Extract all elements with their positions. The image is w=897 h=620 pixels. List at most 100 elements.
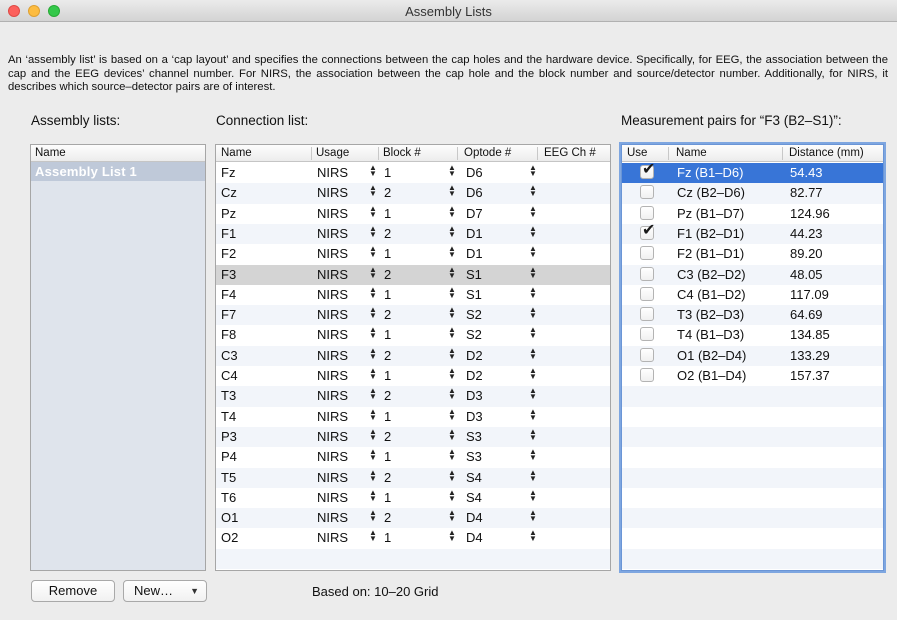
- updown-arrows-icon[interactable]: ▲ ▼: [529, 245, 537, 259]
- table-row[interactable]: T4 (B1–D3) 134.85: [622, 325, 883, 345]
- new-popup-button[interactable]: New… ▼: [123, 580, 207, 602]
- updown-arrows-icon[interactable]: ▲ ▼: [448, 509, 456, 523]
- optode-value[interactable]: D4: [466, 530, 483, 545]
- block-value[interactable]: 1: [384, 165, 391, 180]
- column-divider[interactable]: [782, 147, 783, 160]
- block-value[interactable]: 1: [384, 246, 391, 261]
- optode-value[interactable]: D3: [466, 409, 483, 424]
- optode-value[interactable]: S4: [466, 470, 482, 485]
- block-value[interactable]: 2: [384, 470, 391, 485]
- updown-arrows-icon[interactable]: ▲ ▼: [529, 387, 537, 401]
- optode-value[interactable]: D2: [466, 368, 483, 383]
- table-row[interactable]: O1 NIRS ▲ ▼ 2 ▲ ▼ D4 ▲ ▼: [216, 508, 610, 529]
- updown-arrows-icon[interactable]: ▲ ▼: [369, 326, 377, 340]
- updown-arrows-icon[interactable]: ▲ ▼: [529, 509, 537, 523]
- usage-value[interactable]: NIRS: [317, 287, 348, 302]
- table-row[interactable]: P3 NIRS ▲ ▼ 2 ▲ ▼ S3 ▲ ▼: [216, 426, 610, 448]
- column-divider[interactable]: [457, 147, 458, 160]
- optode-value[interactable]: S2: [466, 307, 482, 322]
- updown-arrows-icon[interactable]: ▲ ▼: [448, 265, 456, 279]
- block-value[interactable]: 2: [384, 185, 391, 200]
- optode-value[interactable]: D4: [466, 510, 483, 525]
- table-row[interactable]: Cz (B2–D6) 82.77: [622, 183, 883, 204]
- table-row[interactable]: O2 NIRS ▲ ▼ 1 ▲ ▼ D4 ▲ ▼: [216, 528, 610, 548]
- updown-arrows-icon[interactable]: ▲ ▼: [448, 367, 456, 381]
- use-checkbox[interactable]: ✔: [640, 161, 655, 179]
- block-value[interactable]: 1: [384, 449, 391, 464]
- usage-value[interactable]: NIRS: [317, 307, 348, 322]
- table-row[interactable]: T3 (B2–D3) 64.69: [622, 305, 883, 326]
- updown-arrows-icon[interactable]: ▲ ▼: [369, 387, 377, 401]
- usage-value[interactable]: NIRS: [317, 348, 348, 363]
- updown-arrows-icon[interactable]: ▲ ▼: [369, 346, 377, 360]
- connection-list-table[interactable]: Name Usage Block # Optode # EEG Ch # Fz N…: [215, 144, 611, 571]
- updown-arrows-icon[interactable]: ▲ ▼: [448, 245, 456, 259]
- updown-arrows-icon[interactable]: ▲ ▼: [369, 265, 377, 279]
- use-checkbox[interactable]: [640, 246, 654, 261]
- optode-value[interactable]: S3: [466, 449, 482, 464]
- table-row[interactable]: Fz NIRS ▲ ▼ 1 ▲ ▼ D6 ▲ ▼: [216, 163, 610, 183]
- updown-arrows-icon[interactable]: ▲ ▼: [448, 224, 456, 238]
- block-value[interactable]: 1: [384, 206, 391, 221]
- updown-arrows-icon[interactable]: ▲ ▼: [369, 367, 377, 381]
- table-row[interactable]: C4 NIRS ▲ ▼ 1 ▲ ▼ D2 ▲ ▼: [216, 366, 610, 386]
- usage-value[interactable]: NIRS: [317, 409, 348, 424]
- assembly-lists-table[interactable]: Name Assembly List 1: [30, 144, 206, 571]
- updown-arrows-icon[interactable]: ▲ ▼: [369, 407, 377, 421]
- updown-arrows-icon[interactable]: ▲ ▼: [369, 509, 377, 523]
- updown-arrows-icon[interactable]: ▲ ▼: [369, 184, 377, 198]
- updown-arrows-icon[interactable]: ▲ ▼: [529, 326, 537, 340]
- updown-arrows-icon[interactable]: ▲ ▼: [448, 164, 456, 178]
- updown-arrows-icon[interactable]: ▲ ▼: [448, 427, 456, 441]
- use-checkbox[interactable]: [640, 327, 654, 342]
- optode-value[interactable]: D1: [466, 226, 483, 241]
- updown-arrows-icon[interactable]: ▲ ▼: [448, 448, 456, 462]
- updown-arrows-icon[interactable]: ▲ ▼: [448, 529, 456, 543]
- table-row[interactable]: T4 NIRS ▲ ▼ 1 ▲ ▼ D3 ▲ ▼: [216, 407, 610, 427]
- use-checkbox[interactable]: [640, 307, 654, 322]
- table-row[interactable]: Cz NIRS ▲ ▼ 2 ▲ ▼ D6 ▲ ▼: [216, 183, 610, 204]
- updown-arrows-icon[interactable]: ▲ ▼: [369, 224, 377, 238]
- updown-arrows-icon[interactable]: ▲ ▼: [529, 367, 537, 381]
- measurement-pairs-table[interactable]: Use Name Distance (mm) ✔ Fz (B1–D6) 54.43 C…: [621, 144, 884, 571]
- column-divider[interactable]: [378, 147, 379, 160]
- usage-value[interactable]: NIRS: [317, 530, 348, 545]
- block-value[interactable]: 2: [384, 348, 391, 363]
- assembly-list-item[interactable]: Assembly List 1: [31, 162, 205, 181]
- optode-value[interactable]: S2: [466, 327, 482, 342]
- usage-value[interactable]: NIRS: [317, 429, 348, 444]
- assembly-lists-header[interactable]: Name: [31, 145, 205, 162]
- block-value[interactable]: 2: [384, 388, 391, 403]
- column-divider[interactable]: [311, 147, 312, 160]
- updown-arrows-icon[interactable]: ▲ ▼: [529, 265, 537, 279]
- column-header-usage[interactable]: Usage: [316, 147, 349, 159]
- table-row[interactable]: P4 NIRS ▲ ▼ 1 ▲ ▼ S3 ▲ ▼: [216, 447, 610, 467]
- optode-value[interactable]: S4: [466, 490, 482, 505]
- updown-arrows-icon[interactable]: ▲ ▼: [529, 285, 537, 299]
- use-checkbox[interactable]: ✔: [640, 222, 655, 240]
- usage-value[interactable]: NIRS: [317, 226, 348, 241]
- updown-arrows-icon[interactable]: ▲ ▼: [448, 468, 456, 482]
- use-checkbox[interactable]: [640, 185, 654, 200]
- table-row[interactable]: F8 NIRS ▲ ▼ 1 ▲ ▼ S2 ▲ ▼: [216, 325, 610, 345]
- updown-arrows-icon[interactable]: ▲ ▼: [529, 204, 537, 218]
- updown-arrows-icon[interactable]: ▲ ▼: [529, 448, 537, 462]
- table-row[interactable]: C4 (B1–D2) 117.09: [622, 285, 883, 305]
- column-divider[interactable]: [537, 147, 538, 160]
- updown-arrows-icon[interactable]: ▲ ▼: [448, 306, 456, 320]
- block-value[interactable]: 1: [384, 287, 391, 302]
- usage-value[interactable]: NIRS: [317, 470, 348, 485]
- usage-value[interactable]: NIRS: [317, 449, 348, 464]
- updown-arrows-icon[interactable]: ▲ ▼: [448, 387, 456, 401]
- use-checkbox[interactable]: [640, 266, 654, 281]
- block-value[interactable]: 1: [384, 327, 391, 342]
- updown-arrows-icon[interactable]: ▲ ▼: [529, 184, 537, 198]
- column-header-optode[interactable]: Optode #: [464, 147, 511, 159]
- usage-value[interactable]: NIRS: [317, 327, 348, 342]
- table-row[interactable]: O1 (B2–D4) 133.29: [622, 345, 883, 366]
- block-value[interactable]: 2: [384, 226, 391, 241]
- column-header-distance[interactable]: Distance (mm): [789, 147, 864, 159]
- table-row[interactable]: C3 NIRS ▲ ▼ 2 ▲ ▼ D2 ▲ ▼: [216, 345, 610, 366]
- use-checkbox[interactable]: [640, 286, 654, 301]
- usage-value[interactable]: NIRS: [317, 246, 348, 261]
